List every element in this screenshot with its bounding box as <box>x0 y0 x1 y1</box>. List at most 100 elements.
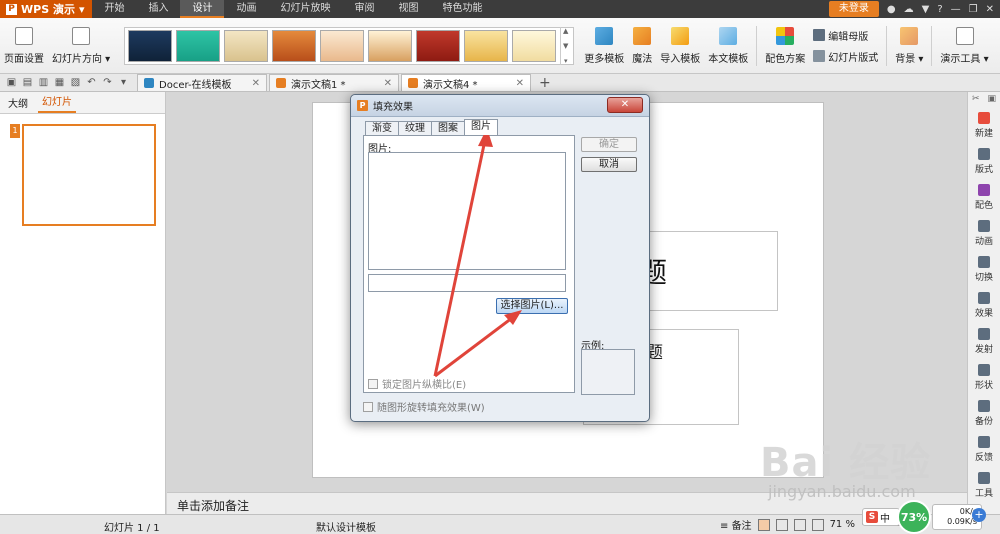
dialog-title-bar[interactable]: P 填充效果 <box>351 95 649 117</box>
menu-item-animation[interactable]: 动画 <box>224 0 268 18</box>
menu-item-insert[interactable]: 插入 <box>136 0 180 18</box>
print-preview-icon[interactable]: ▧ <box>70 77 81 88</box>
restore-icon[interactable]: ❐ <box>969 4 978 15</box>
redo-icon[interactable]: ↷ <box>102 77 113 88</box>
tab-presentation-1[interactable]: 演示文稿1 * ✕ <box>269 74 399 91</box>
tab-outline[interactable]: 大纲 <box>4 95 32 113</box>
sidebar-item-tools[interactable]: 工具 <box>968 466 1000 502</box>
template-thumb[interactable] <box>176 29 221 62</box>
sidebar-item-shapes[interactable]: 形状 <box>968 358 1000 394</box>
ok-button[interactable]: 确定 <box>581 137 637 152</box>
slideshow-view-icon[interactable] <box>811 518 824 531</box>
tab-presentation-4[interactable]: 演示文稿4 * ✕ <box>401 74 531 91</box>
sidebar-item-colors[interactable]: 配色 <box>968 178 1000 214</box>
shapes-icon <box>978 364 990 376</box>
template-thumb[interactable] <box>224 29 269 62</box>
template-thumb[interactable] <box>320 29 365 62</box>
app-menu-button[interactable]: P WPS 演示 ▾ <box>0 0 93 18</box>
slide-thumbnail[interactable] <box>22 124 156 226</box>
cloud-icon[interactable]: ☁ <box>904 4 914 15</box>
rotate-fill-checkbox[interactable] <box>363 401 373 412</box>
presentation-file-icon <box>276 78 286 88</box>
sidebar-item-new[interactable]: 新建 <box>968 106 1000 142</box>
undo-icon[interactable]: ↶ <box>86 77 97 88</box>
ime-indicator[interactable]: S 中 <box>862 508 900 526</box>
sidebar-item-animation[interactable]: 动画 <box>968 214 1000 250</box>
edit-master-button[interactable]: 编辑母版 <box>813 28 878 43</box>
background-button[interactable]: 背景 ▾ <box>891 21 927 71</box>
close-tab-icon[interactable]: ✕ <box>252 78 260 89</box>
menu-item-slideshow[interactable]: 幻灯片放映 <box>268 0 342 18</box>
cancel-button[interactable]: 取消 <box>581 157 637 172</box>
menu-item-view[interactable]: 视图 <box>386 0 430 18</box>
lock-aspect-option[interactable]: 锁定图片纵横比(E) <box>368 376 466 391</box>
slide-direction-button[interactable]: 幻灯片方向 ▾ <box>48 21 114 71</box>
template-thumb[interactable] <box>416 29 461 62</box>
sidebar-item-send[interactable]: 发射 <box>968 322 1000 358</box>
settings-icon[interactable]: ▣ <box>988 94 997 106</box>
sidebar-item-effects[interactable]: 效果 <box>968 286 1000 322</box>
lock-aspect-checkbox[interactable] <box>368 378 378 389</box>
normal-view-icon[interactable] <box>757 518 770 531</box>
template-thumb[interactable] <box>368 29 413 62</box>
minimize-icon[interactable]: — <box>951 4 961 15</box>
sidebar-item-backup[interactable]: 备份 <box>968 394 1000 430</box>
this-template-button[interactable]: 本文模板 <box>704 21 752 71</box>
skin-icon[interactable]: ● <box>887 4 896 15</box>
reading-view-icon[interactable] <box>793 518 806 531</box>
login-button[interactable]: 未登录 <box>828 1 879 17</box>
menu-item-design[interactable]: 设计 <box>180 0 225 18</box>
color-scheme-button[interactable]: 配色方案 <box>761 21 809 71</box>
slide-layout-button[interactable]: 幻灯片版式 <box>813 49 878 64</box>
customize-icon[interactable]: ▾ <box>118 77 129 88</box>
close-tab-icon[interactable]: ✕ <box>516 78 524 89</box>
template-thumb[interactable] <box>272 29 317 62</box>
export-pdf-icon[interactable]: ▥ <box>38 77 49 88</box>
tab-docer-online[interactable]: Docer-在线模板 ✕ <box>137 74 267 91</box>
tab-picture[interactable]: 图片 <box>464 119 498 135</box>
close-icon[interactable]: ✕ <box>986 4 994 15</box>
menu-item-home[interactable]: 开始 <box>92 0 136 18</box>
plus-icon[interactable]: + <box>972 508 986 522</box>
save-icon[interactable]: ▤ <box>22 77 33 88</box>
tab-texture[interactable]: 纹理 <box>398 121 432 135</box>
master-group: 编辑母版 幻灯片版式 <box>809 28 882 64</box>
page-setup-button[interactable]: 页面设置 <box>0 21 48 71</box>
chevron-down-icon[interactable]: ▼ <box>563 42 568 50</box>
more-templates-button[interactable]: 更多模板 <box>580 21 628 71</box>
memory-gauge[interactable]: 73% <box>897 500 931 534</box>
new-tab-button[interactable]: + <box>531 75 559 91</box>
tab-slides[interactable]: 幻灯片 <box>38 93 76 113</box>
close-tab-icon[interactable]: ✕ <box>384 78 392 89</box>
rotate-fill-option[interactable]: 随图形旋转填充效果(W) <box>363 399 485 414</box>
menu-item-review[interactable]: 审阅 <box>342 0 386 18</box>
dialog-close-button[interactable]: ✕ <box>607 97 643 113</box>
pin-icon[interactable]: ✂ <box>972 94 980 106</box>
presentation-tools-button[interactable]: 演示工具 ▾ <box>936 21 992 71</box>
open-icon[interactable]: ▣ <box>6 77 17 88</box>
tab-pattern[interactable]: 图案 <box>431 121 465 135</box>
docer-icon <box>144 78 154 88</box>
magic-wand-icon <box>633 26 652 45</box>
sidebar-item-feedback[interactable]: 反馈 <box>968 430 1000 466</box>
template-icon <box>719 26 738 45</box>
chevron-up-icon[interactable]: ▲ <box>563 27 568 35</box>
print-icon[interactable]: ▦ <box>54 77 65 88</box>
sorter-view-icon[interactable] <box>775 518 788 531</box>
import-template-button[interactable]: 导入模板 <box>656 21 704 71</box>
template-thumb[interactable] <box>464 29 509 62</box>
template-thumb[interactable] <box>128 29 173 62</box>
shirt-icon[interactable]: ▼ <box>922 4 930 15</box>
template-thumb[interactable] <box>512 29 557 62</box>
expand-icon[interactable]: ▾ <box>564 57 568 65</box>
notes-toggle[interactable]: ≡ 备注 <box>720 517 752 532</box>
menu-item-features[interactable]: 特色功能 <box>430 0 494 18</box>
gallery-scroll[interactable]: ▲ ▼ ▾ <box>560 26 570 65</box>
select-picture-button[interactable]: 选择图片(L)... <box>496 298 568 314</box>
sidebar-item-transition[interactable]: 切换 <box>968 250 1000 286</box>
tab-gradient[interactable]: 渐变 <box>365 121 399 135</box>
color-palette-icon <box>776 26 795 45</box>
help-icon[interactable]: ? <box>937 4 942 15</box>
sidebar-item-layout[interactable]: 版式 <box>968 142 1000 178</box>
magic-button[interactable]: 魔法 <box>628 21 656 71</box>
